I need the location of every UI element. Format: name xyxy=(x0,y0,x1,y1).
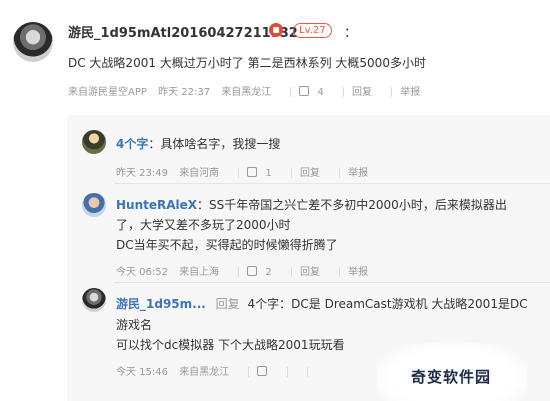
timestamp: 昨天 22:37 xyxy=(158,87,211,98)
divider xyxy=(114,183,550,184)
username[interactable]: 游民_1d95mAtl20160427211532 xyxy=(68,22,298,41)
reply-item: 游民_1d95m... 回复 4个字：DC是 DreamCast游戏机 大战略2… xyxy=(116,295,528,312)
avatar[interactable] xyxy=(82,193,106,217)
reply-meta: 今天 15:46 来自黑龙江 xyxy=(116,363,316,378)
report-button[interactable]: 举报 xyxy=(348,267,368,278)
report-button[interactable]: 举报 xyxy=(400,87,420,98)
level-badge: Lv.27 xyxy=(293,23,332,38)
reply-to-label: 回复 xyxy=(215,297,240,311)
reply-item: HunteRAleX：SS千年帝国之兴亡差不多初中2000小时，后来模拟器出 xyxy=(116,196,507,213)
divider xyxy=(290,87,292,97)
divider xyxy=(339,168,341,178)
reply-text: ：SS千年帝国之兴亡差不多初中2000小时，后来模拟器出 xyxy=(197,198,507,212)
divider xyxy=(339,267,341,277)
comment-meta: 来自游民星空APP 昨天 22:37 来自黑龙江 4 回复 举报 xyxy=(68,83,428,98)
watermark-text: 奇变软件园 xyxy=(411,368,492,386)
divider xyxy=(343,87,345,97)
reply-username[interactable]: HunteRAleX xyxy=(116,198,197,212)
reply-meta: 今天 06:52 来自上海 2 回复 举报 xyxy=(116,263,376,278)
badge-icon xyxy=(269,23,283,37)
reply-item: 4个字：具体啥名字，我搜一搜 xyxy=(116,135,280,152)
location-label: 来自上海 xyxy=(179,267,220,278)
divider xyxy=(238,168,240,178)
reply-text: ：具体啥名字，我搜一搜 xyxy=(148,137,281,151)
divider xyxy=(286,367,288,377)
reply-text: 游戏名 xyxy=(116,318,153,332)
colon: ： xyxy=(344,26,358,41)
reply-text: DC当年买不起，买得起的时候懒得折腾了 xyxy=(116,238,338,252)
comment-thread: 游民_1d95mAtl20160427211532 Lv.27 ： DC 大战略… xyxy=(0,0,550,401)
like-count[interactable]: 2 xyxy=(265,267,271,278)
location-label: 来自黑龙江 xyxy=(179,367,230,378)
reply-username[interactable]: 游民_1d95m... xyxy=(116,297,206,311)
comment-text: DC 大战略2001 大概过万小时了 第二是西林系列 大概5000多小时 xyxy=(68,56,426,70)
divider xyxy=(238,267,240,277)
reply-text: ：DC是 DreamCast游戏机 大战略2001是DC xyxy=(279,297,528,311)
reply-to-user[interactable]: 4个字 xyxy=(248,297,280,311)
thumbs-up-icon[interactable] xyxy=(257,366,268,376)
divider xyxy=(248,367,250,377)
reply-button[interactable]: 回复 xyxy=(300,267,320,278)
like-count[interactable]: 4 xyxy=(317,87,323,98)
divider xyxy=(391,87,393,97)
divider xyxy=(290,267,292,277)
avatar[interactable] xyxy=(82,288,106,312)
avatar[interactable] xyxy=(13,22,53,62)
report-button[interactable]: 举报 xyxy=(348,168,368,179)
divider xyxy=(114,282,550,283)
thumbs-up-icon[interactable] xyxy=(247,266,258,276)
location-label: 来自河南 xyxy=(179,168,220,179)
timestamp: 昨天 23:49 xyxy=(116,168,168,179)
location-label: 来自黑龙江 xyxy=(221,87,272,98)
reply-text: 可以找个dc模拟器 下个大战略2001玩玩看 xyxy=(116,338,345,352)
divider xyxy=(290,168,292,178)
timestamp: 今天 15:46 xyxy=(116,367,168,378)
reply-button[interactable]: 回复 xyxy=(300,168,320,179)
like-count[interactable]: 1 xyxy=(265,168,271,179)
avatar[interactable] xyxy=(82,130,106,154)
thumbs-up-icon[interactable] xyxy=(247,167,258,177)
divider xyxy=(306,367,308,377)
reply-text: 了，大学又差不多玩了2000小时 xyxy=(116,218,291,232)
reply-username[interactable]: 4个字 xyxy=(116,137,148,151)
reply-button[interactable]: 回复 xyxy=(352,87,372,98)
thumbs-up-icon[interactable] xyxy=(299,86,310,96)
source-label: 来自游民星空APP xyxy=(68,87,147,98)
timestamp: 今天 06:52 xyxy=(116,267,168,278)
reply-meta: 昨天 23:49 来自河南 1 回复 举报 xyxy=(116,164,376,179)
